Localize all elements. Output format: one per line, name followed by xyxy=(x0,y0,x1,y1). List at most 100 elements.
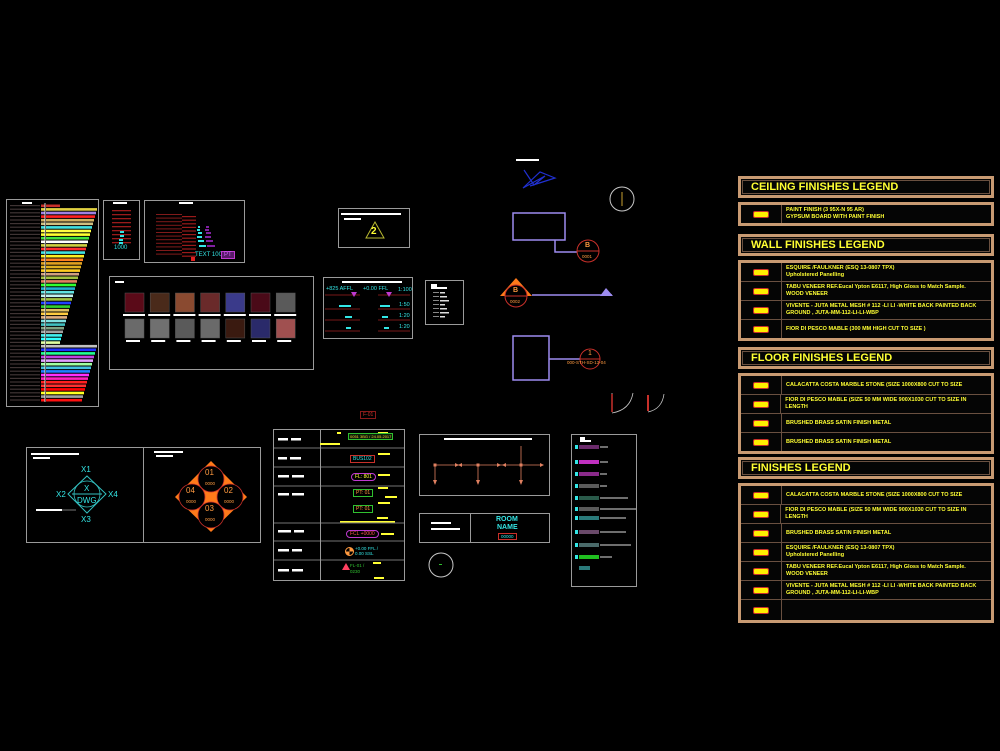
finish-swatch-icon xyxy=(753,306,769,314)
legend-line-1: BRUSHED BRASS SATIN FINISH METAL xyxy=(786,419,892,426)
legend-row: BRUSHED BRASS SATIN FINISH METAL xyxy=(741,433,991,451)
legend-line-1: TABU VENEER REF.Eucal Ypton E6117, High … xyxy=(786,284,966,290)
legend-line-2: GROUND , JUTA-MM-112-LI-LI-WBP xyxy=(786,310,879,316)
linetype-sample xyxy=(579,496,599,500)
legend-description: CALACATTA COSTA MARBLE STONE (SIZE 1000X… xyxy=(782,490,966,501)
legend-swatch xyxy=(741,600,782,620)
legend-body: ESQUIRE /FAULKNER (ESQ 13-0807 TPX) Uphol… xyxy=(738,260,994,341)
legend-row: CALACATTA COSTA MARBLE STONE (SIZE 1000X… xyxy=(741,376,991,395)
linetype-sample xyxy=(579,516,599,520)
legend-line-1: ESQUIRE /FAULKNER (ESQ 13-0807 TPX) xyxy=(786,265,895,271)
floor-finishes-legend: FLOOR FINISHES LEGEND CALACATTA COSTA MA… xyxy=(738,347,994,454)
legend-body: PAINT FINISH (3 95X-N 95 AR) GYPSUM BOARD… xyxy=(738,202,994,226)
legend-swatch xyxy=(741,376,782,394)
legend-line-1: VIVENTE - JUTA METAL MESH # 112 -LI LI -… xyxy=(786,303,977,309)
legend-row: BRUSHED BRASS SATIN FINISH METAL xyxy=(741,414,991,433)
legend-description: BRUSHED BRASS SATIN FINISH METAL xyxy=(782,418,895,429)
legend-row: FIOR DI PESCO MABLE (300 MM HIGH CUT TO … xyxy=(741,320,991,338)
legend-row: TABU VENEER REF.Eucal Ypton E6117, High … xyxy=(741,562,991,581)
legend-description: ESQUIRE /FAULKNER (ESQ 13-0807 TPX) Uphol… xyxy=(782,263,899,281)
linetype-sample xyxy=(579,566,590,570)
linetype-sample xyxy=(579,543,599,547)
finish-swatch-icon xyxy=(753,438,769,446)
legend-title: FINISHES LEGEND xyxy=(738,457,994,479)
finish-swatch-icon xyxy=(753,548,769,556)
legend-description: VIVENTE - JUTA METAL MESH # 112 -LI LI -… xyxy=(782,301,980,319)
finish-swatch-icon xyxy=(753,586,769,594)
finish-swatch-icon xyxy=(753,567,769,575)
finish-swatch-icon xyxy=(752,510,769,518)
linetype-chip xyxy=(575,507,578,511)
legend-swatch xyxy=(741,433,782,451)
legend-swatch xyxy=(741,282,782,300)
legend-title: WALL FINISHES LEGEND xyxy=(738,234,994,256)
linetype-sample xyxy=(579,472,599,476)
linetype-label-line xyxy=(600,508,636,510)
legend-description: TABU VENEER REF.Eucal Ypton E6117, High … xyxy=(782,562,970,580)
linetype-chip xyxy=(575,543,578,547)
linetype-sample xyxy=(579,507,599,511)
linetype-sample xyxy=(579,530,599,534)
legend-row: VIVENTE - JUTA METAL MESH # 112 -LI LI -… xyxy=(741,301,991,320)
wall-finishes-legend: WALL FINISHES LEGEND ESQUIRE /FAULKNER (… xyxy=(738,234,994,341)
legend-swatch xyxy=(741,505,782,523)
legend-row: TABU VENEER REF.Eucal Ypton E6117, High … xyxy=(741,282,991,301)
linetype-chip xyxy=(575,472,578,476)
legend-line-1: CALACATTA COSTA MARBLE STONE (SIZE 1000X… xyxy=(786,491,963,498)
legend-line-1: PAINT FINISH (3 95X-N 95 AR) xyxy=(786,207,864,213)
legend-line-1: FIOR DI PESCO MABLE (SIZE 50 MM WIDE 900… xyxy=(785,397,967,410)
linetype-chip xyxy=(575,516,578,520)
legend-description: ESQUIRE /FAULKNER (ESQ 13-0807 TPX) Uphol… xyxy=(782,543,899,561)
legend-line-2: WOOD VENEER xyxy=(786,291,828,297)
legend-description xyxy=(782,608,790,612)
finish-swatch-icon xyxy=(752,400,769,408)
legend-swatch xyxy=(741,395,782,413)
legend-line-1: FIOR DI PESCO MABLE (SIZE 50 MM WIDE 900… xyxy=(785,507,967,520)
legend-row: ESQUIRE /FAULKNER (ESQ 13-0807 TPX) Uphol… xyxy=(741,263,991,282)
linetype-label-line xyxy=(600,531,626,533)
finish-swatch-icon xyxy=(753,491,769,499)
legend-row: ESQUIRE /FAULKNER (ESQ 13-0807 TPX) Uphol… xyxy=(741,543,991,562)
legend-swatch xyxy=(741,543,782,561)
legend-line-2: Upholstered Panelling xyxy=(786,552,845,558)
linetype-chip xyxy=(575,555,578,559)
legend-line-1: VIVENTE - JUTA METAL MESH # 112 -LI LI -… xyxy=(786,583,977,589)
linetype-sample xyxy=(579,445,599,449)
legend-row: FIOR DI PESCO MABLE (SIZE 50 MM WIDE 900… xyxy=(741,395,991,414)
legend-description: FIOR DI PESCO MABLE (SIZE 50 MM WIDE 900… xyxy=(781,505,991,523)
finish-swatch-icon xyxy=(753,606,769,614)
linetype-sample xyxy=(579,555,599,559)
legend-title: CEILING FINISHES LEGEND xyxy=(738,176,994,198)
legend-line-1: FIOR DI PESCO MABLE (300 MM HIGH CUT TO … xyxy=(786,325,926,332)
linetype-label-line xyxy=(600,446,608,448)
legend-row xyxy=(741,600,991,620)
legend-line-1: TABU VENEER REF.Eucal Ypton E6117, High … xyxy=(786,564,966,570)
legend-description: TABU VENEER REF.Eucal Ypton E6117, High … xyxy=(782,282,970,300)
linetype-title-bar xyxy=(585,440,591,442)
legend-description: FIOR DI PESCO MABLE (SIZE 50 MM WIDE 900… xyxy=(781,395,991,413)
legend-line-1: BRUSHED BRASS SATIN FINISH METAL xyxy=(786,438,892,445)
finish-swatch-icon xyxy=(753,419,769,427)
legend-description: PAINT FINISH (3 95X-N 95 AR) GYPSUM BOARD… xyxy=(782,205,888,223)
legend-swatch xyxy=(741,301,782,319)
legend-swatch xyxy=(741,524,782,542)
linetype-label-line xyxy=(600,485,607,487)
legend-description: VIVENTE - JUTA METAL MESH # 112 -LI LI -… xyxy=(782,581,980,599)
legend-description: CALACATTA COSTA MARBLE STONE (SIZE 1000X… xyxy=(782,380,966,391)
legend-row: CALACATTA COSTA MARBLE STONE (SIZE 1000X… xyxy=(741,486,991,505)
legend-body: CALACATTA COSTA MARBLE STONE (SIZE 1000X… xyxy=(738,483,994,623)
linetype-chip xyxy=(575,445,578,449)
finish-swatch-icon xyxy=(753,210,769,218)
legend-line-2: Upholstered Panelling xyxy=(786,272,845,278)
legend-line-1: CALACATTA COSTA MARBLE STONE (SIZE 1000X… xyxy=(786,381,963,388)
linetype-title-block xyxy=(580,437,585,442)
legend-swatch xyxy=(741,263,782,281)
legend-swatch xyxy=(741,414,782,432)
legend-line-1: ESQUIRE /FAULKNER (ESQ 13-0807 TPX) xyxy=(786,545,895,551)
legend-line-2: GYPSUM BOARD WITH PAINT FINISH xyxy=(786,214,885,220)
linetype-label-line xyxy=(600,556,612,558)
finish-swatch-icon xyxy=(753,287,769,295)
linetype-sample xyxy=(579,484,599,488)
legend-line-1: BRUSHED BRASS SATIN FINISH METAL xyxy=(786,529,892,536)
finish-swatch-icon xyxy=(753,268,769,276)
